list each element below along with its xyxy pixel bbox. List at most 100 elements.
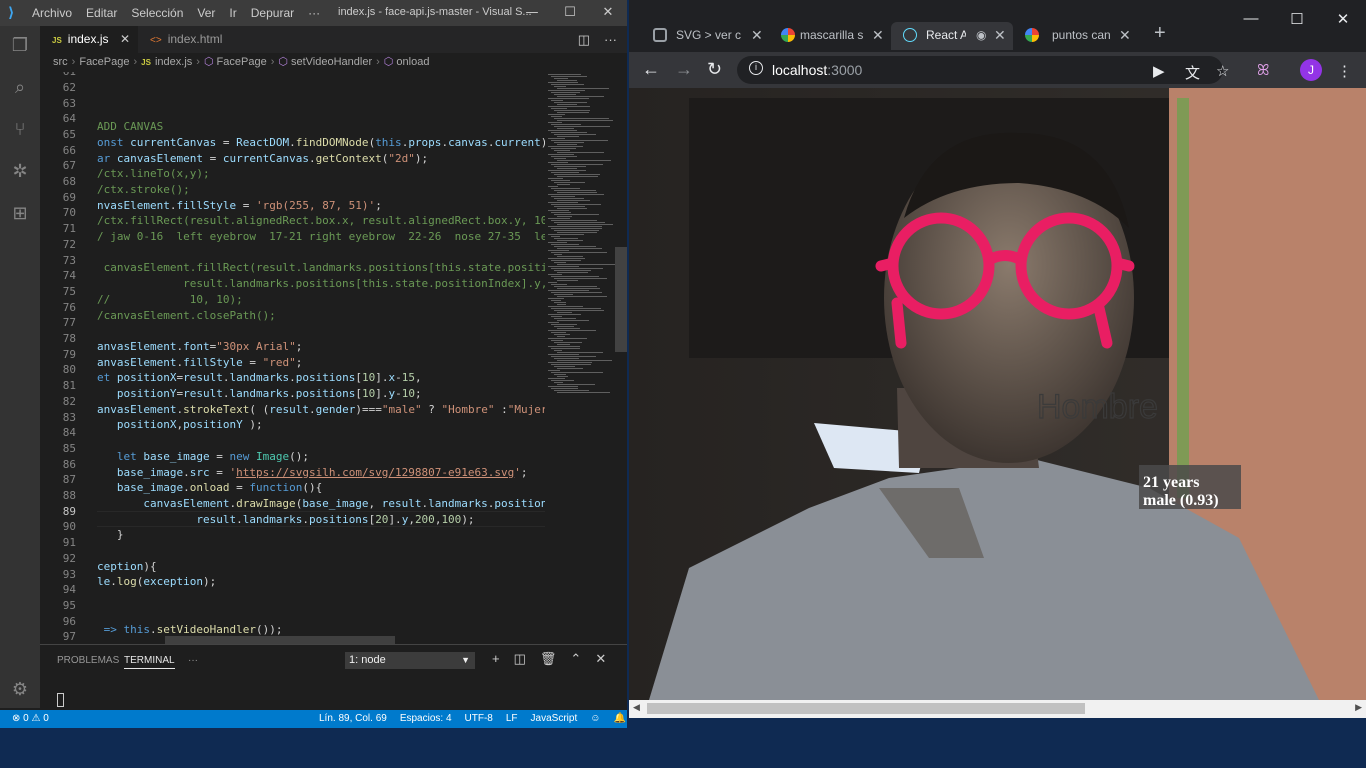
menu-archivo[interactable]: Archivo <box>32 6 72 20</box>
more-actions-icon[interactable]: ··· <box>604 26 617 53</box>
settings-gear-icon[interactable]: ⚙ <box>8 678 32 702</box>
info-icon[interactable]: i <box>749 61 763 75</box>
explorer-icon[interactable]: ❐ <box>8 34 32 58</box>
terminal-select[interactable]: 1: node ▼ <box>345 652 475 669</box>
panel-more-icon[interactable]: ··· <box>188 655 198 666</box>
close-button[interactable]: ✕ <box>1320 10 1366 28</box>
browser-tab[interactable]: puntos can ✕ <box>1013 22 1135 50</box>
minimap-line <box>554 350 563 351</box>
browser-tab[interactable]: mascarilla s ✕ <box>769 22 892 50</box>
translate-icon[interactable]: 文 <box>1185 62 1200 83</box>
tab-index-html[interactable]: <> index.html <box>138 26 242 53</box>
menu-ver[interactable]: Ver <box>197 6 215 20</box>
menu-kebab-icon[interactable]: ⋮ <box>1337 62 1352 80</box>
breadcrumb-class[interactable]: FacePage <box>217 56 267 68</box>
window-controls: — ☐ ✕ <box>513 0 627 26</box>
notifications-bell-icon[interactable]: 🔔 <box>613 710 625 728</box>
minimap-line <box>557 256 583 257</box>
scroll-right-arrow-icon[interactable]: ▶ <box>1355 702 1362 713</box>
minimap[interactable] <box>545 72 615 644</box>
code-line: positionX,positionY ); <box>116 418 263 432</box>
scroll-left-arrow-icon[interactable]: ◀ <box>633 702 640 713</box>
indentation[interactable]: Espacios: 4 <box>400 710 452 728</box>
menu-seleccion[interactable]: Selección <box>131 6 183 20</box>
feedback-smiley-icon[interactable]: ☺ <box>590 710 600 728</box>
minimap-line <box>557 392 611 393</box>
reload-icon[interactable]: ↻ <box>707 59 722 80</box>
encoding[interactable]: UTF-8 <box>465 710 493 728</box>
minimap-line <box>551 364 591 365</box>
minimap-line <box>548 314 581 315</box>
scrollbar-thumb[interactable] <box>615 247 627 352</box>
browser-tab[interactable]: SVG > ver c ✕ <box>641 22 769 50</box>
tab-close-icon[interactable]: ✕ <box>1119 22 1131 48</box>
breadcrumb-folder[interactable]: FacePage <box>79 56 129 68</box>
scrollbar-thumb[interactable] <box>647 703 1085 714</box>
back-arrow-icon[interactable]: ← <box>642 59 660 80</box>
menu-ir[interactable]: Ir <box>229 6 236 20</box>
menu-depurar[interactable]: Depurar <box>251 6 294 20</box>
butterfly-extension-icon[interactable]: ꕤ <box>1257 62 1269 79</box>
split-terminal-icon[interactable]: ◫ <box>514 651 526 667</box>
menu-more[interactable]: ··· <box>308 6 320 20</box>
address-bar[interactable]: i localhost:3000 <box>737 56 1223 84</box>
code-line: le.log(exception); <box>97 575 217 589</box>
minimap-line <box>554 198 584 199</box>
tab-index-js[interactable]: JS index.js ✕ <box>40 26 138 53</box>
minimize-button[interactable]: — <box>1228 10 1274 28</box>
end-of-line[interactable]: LF <box>506 710 518 728</box>
menu-bar: Archivo Editar Selección Ver Ir Depurar … <box>32 6 320 20</box>
forward-arrow-icon[interactable]: → <box>675 59 693 80</box>
minimize-button[interactable]: — <box>513 0 551 26</box>
camera-icon[interactable]: ▶ <box>1153 62 1165 80</box>
source-control-icon[interactable]: ⑂ <box>8 118 32 142</box>
horizontal-scrollbar[interactable]: ◀ ▶ <box>629 700 1366 718</box>
tab-close-icon[interactable]: ✕ <box>751 22 763 48</box>
close-button[interactable]: ✕ <box>589 0 627 26</box>
tab-close-icon[interactable]: ✕ <box>872 22 884 48</box>
horizontal-scrollbar[interactable] <box>165 636 395 644</box>
breadcrumb-method[interactable]: setVideoHandler <box>291 56 372 68</box>
code-content[interactable]: ADD CANVAS onst currentCanvas = ReactDOM… <box>97 72 545 644</box>
problems-status[interactable]: ⊗ 0 ⚠ 0 <box>12 710 49 728</box>
tab-problemas[interactable]: PROBLEMAS <box>57 655 119 666</box>
webcam-canvas: Hombre 21 years male (0.93) <box>629 88 1366 700</box>
breadcrumb-src[interactable]: src <box>53 56 68 68</box>
vscode-window: ⟩ Archivo Editar Selección Ver Ir Depura… <box>0 0 627 728</box>
minimap-line <box>548 250 570 251</box>
vertical-scrollbar[interactable] <box>615 72 627 644</box>
extensions-icon[interactable]: ⊞ <box>8 202 32 226</box>
minimap-line <box>551 148 576 149</box>
browser-tab-active[interactable]: React A ◉ ✕ <box>891 22 1013 50</box>
maximize-button[interactable]: ☐ <box>551 0 589 26</box>
close-panel-icon[interactable]: ✕ <box>595 651 606 667</box>
tab-terminal[interactable]: TERMINAL <box>124 655 175 669</box>
language-mode[interactable]: JavaScript <box>531 710 578 728</box>
maximize-button[interactable]: ☐ <box>1274 10 1320 28</box>
minimap-line <box>557 112 590 113</box>
breadcrumb-file[interactable]: index.js <box>155 56 192 68</box>
search-icon[interactable]: ⌕ <box>8 76 32 100</box>
minimap-line <box>557 272 589 273</box>
new-terminal-icon[interactable]: + <box>492 651 500 667</box>
menu-editar[interactable]: Editar <box>86 6 117 20</box>
breadcrumb-function[interactable]: onload <box>396 56 429 68</box>
code-editor[interactable]: 6162636465666768697071727374757677787980… <box>40 72 545 644</box>
debug-icon[interactable]: ✲ <box>8 160 32 184</box>
cursor-position[interactable]: Lín. 89, Col. 69 <box>319 710 387 728</box>
maximize-panel-icon[interactable]: ⌃ <box>570 651 581 667</box>
gender-overlay-text: Hombre <box>1037 388 1158 426</box>
tab-close-icon[interactable]: ✕ <box>120 26 130 53</box>
profile-avatar[interactable]: J <box>1300 59 1322 81</box>
bookmark-star-icon[interactable]: ☆ <box>1216 62 1229 80</box>
minimap-line <box>551 84 585 85</box>
code-line: result.landmarks.positions[this.state.po… <box>97 277 545 291</box>
split-editor-icon[interactable]: ◫ <box>578 26 590 53</box>
minimap-line <box>554 382 564 383</box>
tab-close-icon[interactable]: ✕ <box>994 22 1006 48</box>
new-tab-icon[interactable]: + <box>1154 22 1166 45</box>
line-number: 85 <box>62 441 76 455</box>
trash-icon[interactable]: 🗑 <box>540 651 557 667</box>
minimap-line <box>548 378 566 379</box>
minimap-line <box>551 204 601 205</box>
